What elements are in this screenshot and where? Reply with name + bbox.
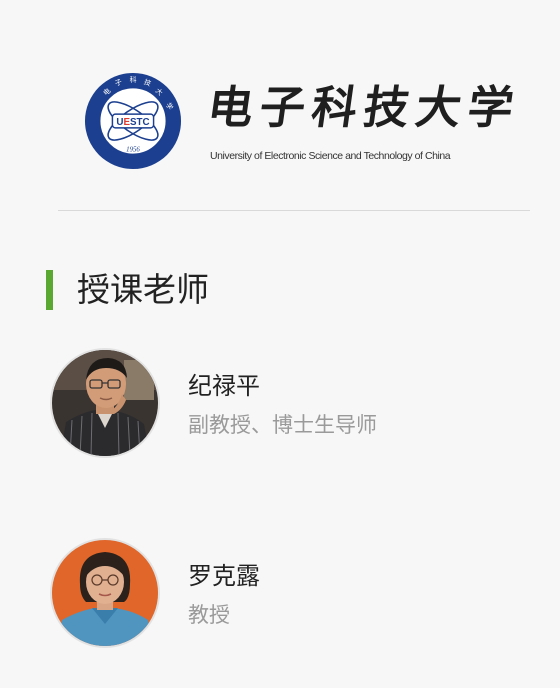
teacher-avatar[interactable] [50,538,160,648]
svg-text:科: 科 [130,75,137,84]
teacher-avatar[interactable] [50,348,160,458]
svg-text:1956: 1956 [126,146,140,153]
teacher-card[interactable]: 纪禄平 副教授、博士生导师 [50,348,530,460]
section-heading: 授课老师 [46,268,209,312]
teacher-title: 副教授、博士生导师 [188,413,377,437]
header-divider [58,210,530,211]
teacher-photo-male-icon [52,350,158,456]
section-title: 授课老师 [77,270,209,309]
teacher-name[interactable]: 纪禄平 [188,370,260,402]
university-name-english: University of Electronic Science and Tec… [210,150,451,162]
teacher-name[interactable]: 罗克露 [188,560,260,592]
heading-accent-bar [46,270,53,310]
teacher-photo-female-icon [52,540,158,646]
teacher-title: 教授 [188,603,230,627]
university-name-chinese: 电子科技大学 [204,81,524,134]
teacher-card[interactable]: 罗克露 教授 [50,538,530,650]
university-seal-icon: UESTC 1956 电 子 科 技 大 学 [84,72,182,170]
svg-text:UESTC: UESTC [116,117,149,128]
university-logo: UESTC 1956 电 子 科 技 大 学 电子科技大学 University… [84,72,524,172]
